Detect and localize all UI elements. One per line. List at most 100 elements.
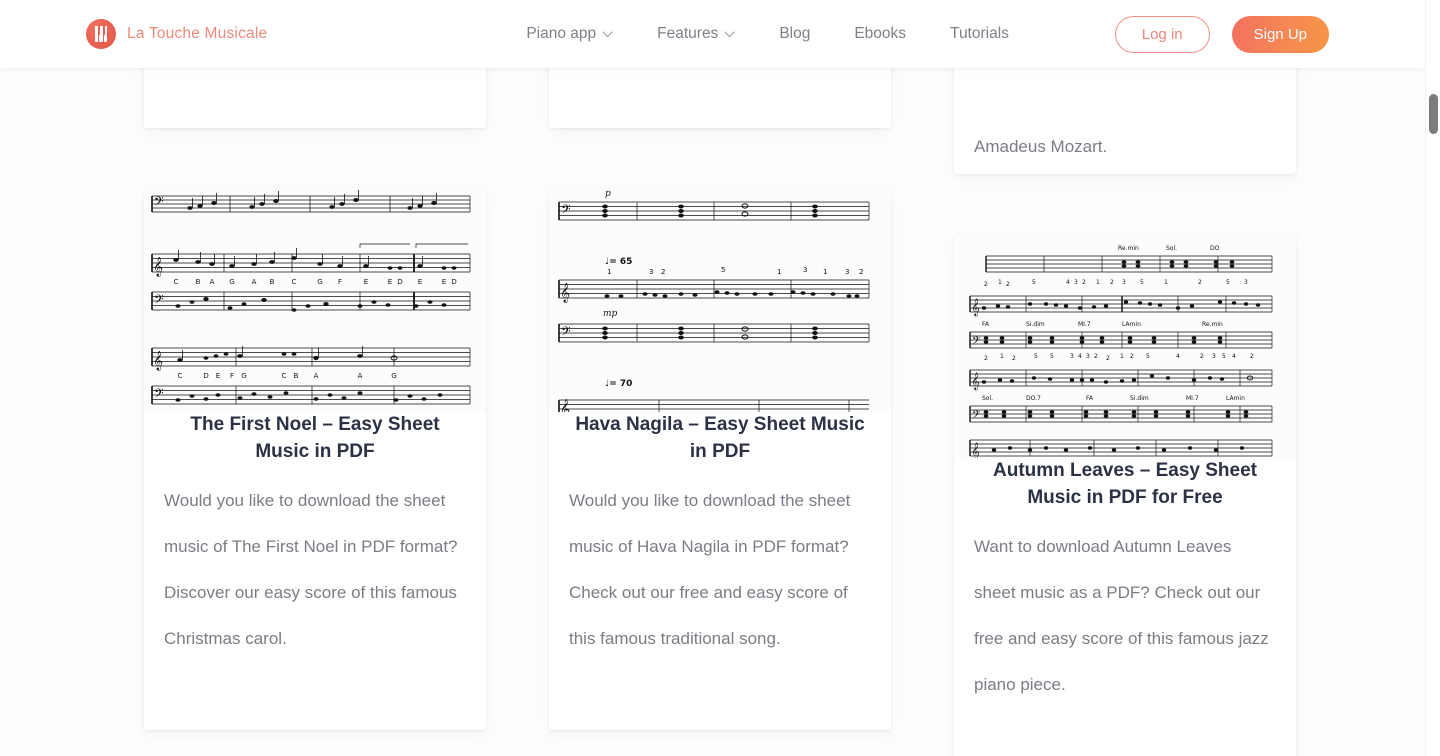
svg-text:Si.dim: Si.dim: [1130, 395, 1149, 402]
svg-text:B: B: [270, 277, 275, 286]
sheet-music-thumbnail: 𝄢 𝄞 C B A G A B C G F E E D E E D 𝄢 𝄞 C …: [144, 188, 486, 412]
svg-text:FA: FA: [982, 321, 990, 328]
svg-text:𝄞: 𝄞: [971, 372, 980, 390]
article-card[interactable]: 𝄢 p ♩= 65 1 3 2 5 1 3 1 3 2 𝄞 mp 𝄢 ♩= 70…: [549, 188, 891, 730]
article-card[interactable]: 𝄢 𝄞 C B A G A B C G F E E D E E D 𝄢 𝄞 C …: [144, 188, 486, 730]
svg-text:𝄢: 𝄢: [154, 292, 164, 310]
svg-text:♩= 65: ♩= 65: [605, 257, 632, 267]
svg-text:2: 2: [1094, 353, 1098, 360]
nav-label: Ebooks: [854, 25, 907, 42]
svg-text:mp: mp: [603, 309, 618, 319]
svg-text:Re.min: Re.min: [1202, 321, 1223, 328]
svg-text:2: 2: [1198, 279, 1202, 286]
login-button[interactable]: Log in: [1114, 15, 1210, 53]
svg-text:2: 2: [984, 281, 988, 288]
svg-text:A: A: [252, 277, 257, 286]
signup-button[interactable]: Sign Up: [1231, 15, 1329, 53]
svg-text:5: 5: [1034, 353, 1038, 360]
svg-text:5: 5: [1050, 353, 1054, 360]
svg-text:1: 1: [823, 268, 827, 276]
svg-text:2: 2: [1200, 353, 1204, 360]
svg-text:𝄞: 𝄞: [971, 298, 980, 316]
svg-text:3: 3: [1244, 279, 1248, 286]
piano-keys-icon: [86, 19, 116, 49]
svg-text:𝄞: 𝄞: [153, 351, 163, 371]
nav-label: Piano app: [526, 25, 597, 42]
svg-text:2: 2: [1082, 279, 1086, 286]
nav-item-tutorials[interactable]: Tutorials: [950, 25, 1009, 43]
svg-text:3: 3: [1212, 353, 1216, 360]
svg-text:♩= 70: ♩= 70: [605, 379, 632, 389]
svg-text:Sol.: Sol.: [982, 395, 993, 402]
svg-text:5: 5: [1146, 353, 1150, 360]
card-title[interactable]: The First Noel – Easy Sheet Music in PDF: [164, 412, 466, 466]
svg-text:𝄢: 𝄢: [561, 324, 571, 342]
article-card[interactable]: Re.min Sol. DO 𝄞 2 1 2 5 4 3 2 1 2 3 5 1…: [954, 234, 1296, 756]
card-description: Want to download Autumn Leaves sheet mus…: [974, 536, 1269, 694]
svg-text:𝄢: 𝄢: [972, 335, 980, 350]
card-description: Would you like to download the sheet mus…: [164, 490, 458, 648]
svg-text:4: 4: [1176, 353, 1180, 360]
card-title[interactable]: Autumn Leaves – Easy Sheet Music in PDF …: [974, 458, 1276, 512]
scrollbar-thumb[interactable]: [1429, 94, 1438, 134]
svg-text:E: E: [388, 277, 393, 286]
svg-text:Sol.: Sol.: [1166, 245, 1177, 252]
svg-text:F: F: [230, 371, 234, 380]
svg-text:A: A: [210, 277, 215, 286]
svg-text:E: E: [418, 277, 423, 286]
svg-text:FA: FA: [1086, 395, 1094, 402]
svg-text:𝄞: 𝄞: [560, 399, 570, 412]
svg-text:2: 2: [1012, 355, 1016, 362]
svg-text:4: 4: [1232, 353, 1236, 360]
svg-text:C: C: [177, 371, 182, 380]
svg-text:2: 2: [859, 268, 863, 276]
nav-label: Tutorials: [950, 25, 1009, 42]
svg-text:2: 2: [984, 355, 988, 362]
svg-text:DO.7: DO.7: [1026, 395, 1041, 402]
svg-text:2: 2: [1110, 279, 1114, 286]
svg-text:3: 3: [1074, 279, 1078, 286]
nav-item-features[interactable]: Features: [657, 25, 735, 43]
logo-text: La Touche Musicale: [127, 25, 268, 42]
svg-text:4: 4: [1078, 353, 1082, 360]
svg-text:p: p: [605, 189, 611, 199]
nav-item-piano-app[interactable]: Piano app: [526, 25, 613, 43]
card-description: Would you like to download the sheet mus…: [569, 490, 851, 648]
svg-text:2: 2: [1106, 355, 1110, 362]
sheet-music-thumbnail: Re.min Sol. DO 𝄞 2 1 2 5 4 3 2 1 2 3 5 1…: [954, 234, 1296, 458]
svg-text:3: 3: [803, 266, 807, 274]
chevron-down-icon: [724, 30, 735, 37]
vertical-scrollbar[interactable]: [1425, 0, 1440, 756]
svg-text:B: B: [294, 371, 299, 380]
svg-text:1: 1: [777, 268, 781, 276]
svg-text:A: A: [314, 371, 319, 380]
svg-text:3: 3: [1086, 353, 1090, 360]
svg-text:𝄢: 𝄢: [154, 194, 164, 212]
svg-text:𝄞: 𝄞: [560, 283, 570, 303]
svg-text:G: G: [317, 277, 323, 286]
card-body: Hava Nagila – Easy Sheet Music in PDF Wo…: [549, 412, 891, 662]
svg-text:LAmin: LAmin: [1226, 395, 1245, 402]
svg-text:1: 1: [998, 279, 1002, 286]
svg-text:3: 3: [1122, 279, 1126, 286]
svg-text:5: 5: [721, 266, 725, 274]
card-body: Autumn Leaves – Easy Sheet Music in PDF …: [954, 458, 1296, 708]
page-canvas: popular jazz piece. religious song. famo…: [0, 0, 1425, 756]
svg-text:F: F: [338, 277, 342, 286]
site-logo[interactable]: La Touche Musicale: [86, 19, 267, 49]
svg-text:DO: DO: [1210, 245, 1220, 252]
nav-item-ebooks[interactable]: Ebooks: [854, 25, 906, 43]
svg-text:Si.dim: Si.dim: [1026, 321, 1045, 328]
svg-text:2: 2: [1130, 353, 1134, 360]
svg-text:G: G: [391, 371, 397, 380]
sheet-music-thumbnail: 𝄢 p ♩= 65 1 3 2 5 1 3 1 3 2 𝄞 mp 𝄢 ♩= 70…: [549, 188, 891, 412]
svg-text:2: 2: [661, 268, 665, 276]
svg-text:D: D: [397, 277, 403, 286]
nav-item-blog[interactable]: Blog: [779, 25, 810, 43]
svg-text:G: G: [241, 371, 247, 380]
svg-text:5: 5: [1226, 279, 1230, 286]
svg-text:LAmin: LAmin: [1122, 321, 1141, 328]
svg-text:1: 1: [1164, 279, 1168, 286]
card-title[interactable]: Hava Nagila – Easy Sheet Music in PDF: [569, 412, 871, 466]
svg-text:MI.7: MI.7: [1186, 395, 1199, 402]
